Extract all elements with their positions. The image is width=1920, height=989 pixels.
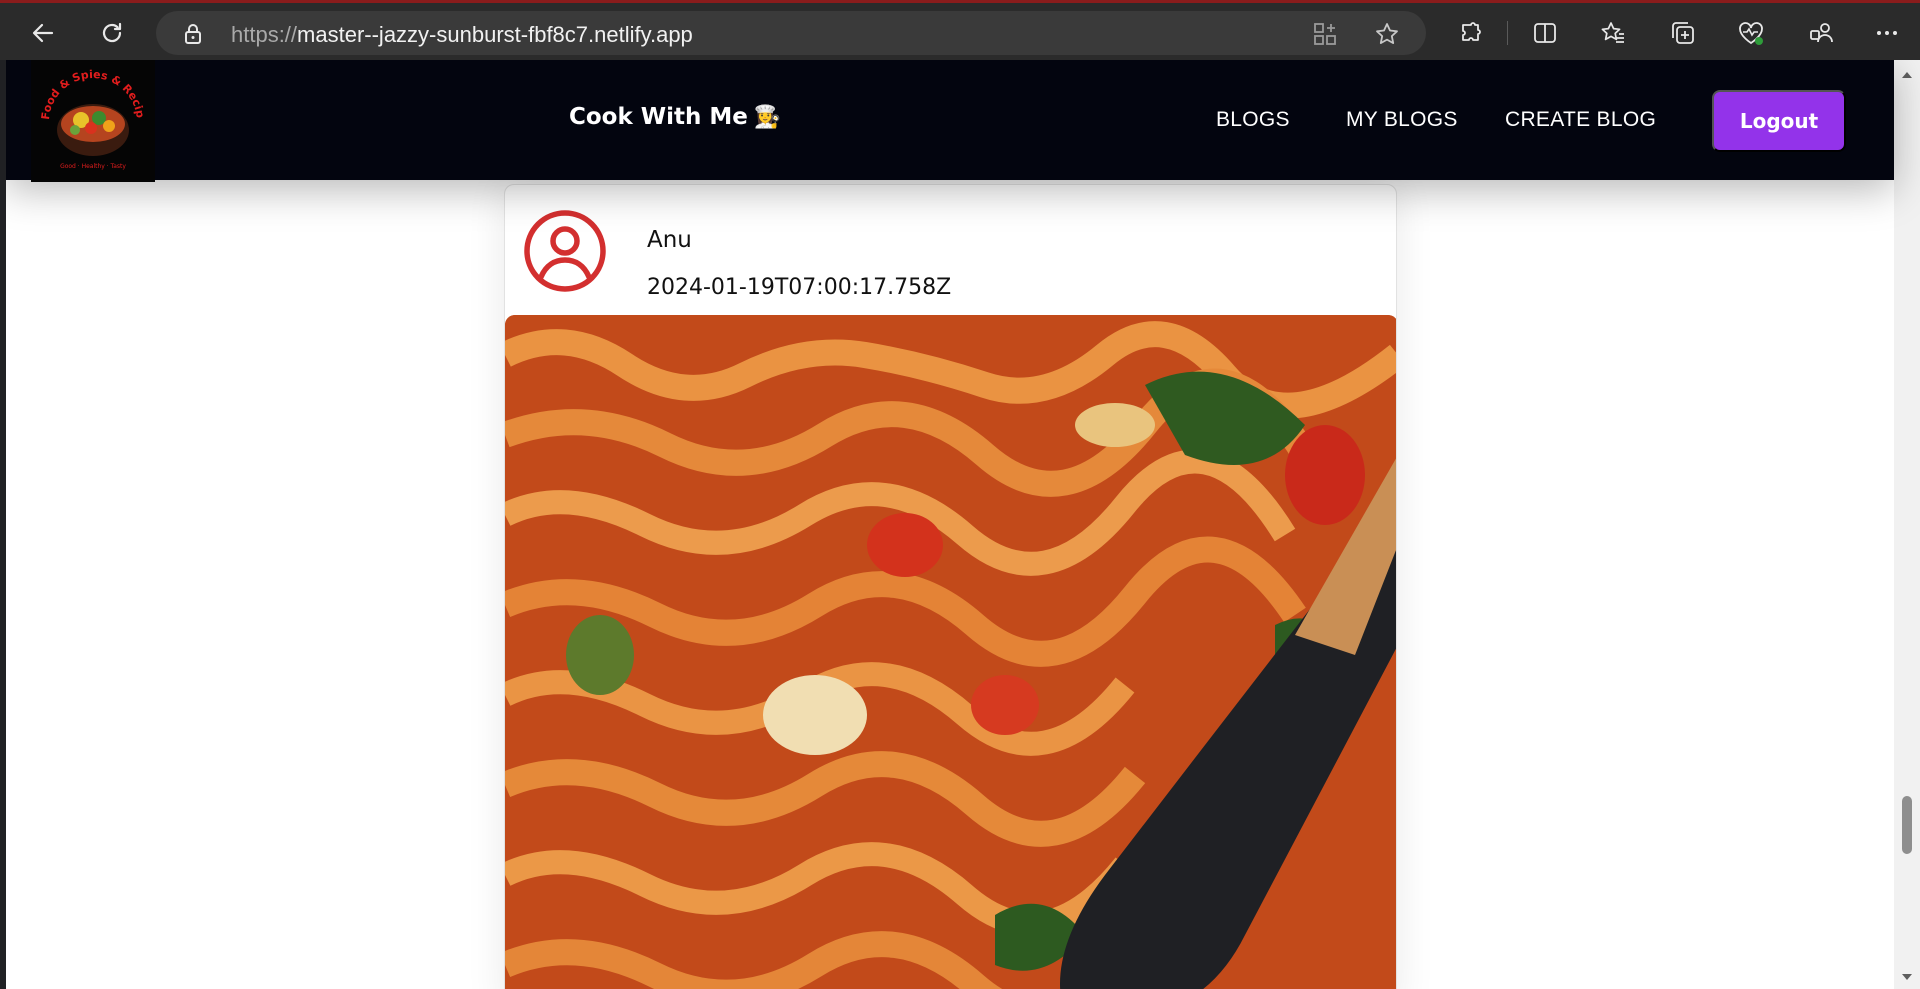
nav-my-blogs-link[interactable]: MY BLOGS xyxy=(1346,108,1458,132)
back-icon[interactable] xyxy=(23,13,63,53)
site-header: Food & Spies & Recipe Good · Healthy · T… xyxy=(6,60,1894,182)
browser-toolbar: https://master--jazzy-sunburst-fbf8c7.ne… xyxy=(0,0,1920,60)
health-icon[interactable] xyxy=(1735,17,1767,49)
url-scheme: https:// xyxy=(231,22,298,47)
post-author: Anu xyxy=(647,227,692,253)
nav-create-blog-link[interactable]: CREATE BLOG xyxy=(1505,108,1656,132)
chef-icon: 👩‍🍳 xyxy=(753,104,782,130)
refresh-icon[interactable] xyxy=(92,13,132,53)
favorites-icon[interactable] xyxy=(1597,17,1629,49)
post-image xyxy=(505,315,1396,989)
split-screen-icon[interactable] xyxy=(1529,17,1561,49)
brand-title: Cook With Me xyxy=(569,104,748,130)
url-text[interactable]: https://master--jazzy-sunburst-fbf8c7.ne… xyxy=(231,22,693,48)
blog-post-card: Anu 2024-01-19T07:00:17.758Z xyxy=(504,184,1397,989)
url-host: master--jazzy-sunburst-fbf8c7.netlify.ap… xyxy=(297,22,693,47)
site-brand[interactable]: Cook With Me 👩‍🍳 xyxy=(569,104,781,130)
scrollbar-thumb[interactable] xyxy=(1902,796,1912,854)
page-viewport: Food & Spies & Recipe Good · Healthy · T… xyxy=(6,60,1920,989)
more-icon[interactable] xyxy=(1871,17,1903,49)
logout-button[interactable]: Logout xyxy=(1712,90,1846,152)
extensions-icon[interactable] xyxy=(1455,17,1487,49)
scroll-down-icon[interactable] xyxy=(1901,970,1913,982)
favorite-star-icon[interactable] xyxy=(1374,21,1400,47)
site-logo[interactable]: Food & Spies & Recipe Good · Healthy · T… xyxy=(31,60,155,182)
address-bar[interactable]: https://master--jazzy-sunburst-fbf8c7.ne… xyxy=(156,11,1426,55)
logo-subtext: Good · Healthy · Tasty xyxy=(60,163,126,170)
lock-icon[interactable] xyxy=(182,23,204,50)
app-grid-icon[interactable] xyxy=(1312,21,1338,47)
nav-blogs-link[interactable]: BLOGS xyxy=(1216,108,1290,132)
avatar-icon xyxy=(523,209,607,293)
vertical-scrollbar[interactable] xyxy=(1894,60,1920,989)
profile-icon[interactable] xyxy=(1805,17,1837,49)
toolbar-divider xyxy=(1507,21,1508,45)
scroll-up-icon[interactable] xyxy=(1901,68,1913,80)
collections-icon[interactable] xyxy=(1667,17,1699,49)
post-timestamp: 2024-01-19T07:00:17.758Z xyxy=(647,275,952,300)
